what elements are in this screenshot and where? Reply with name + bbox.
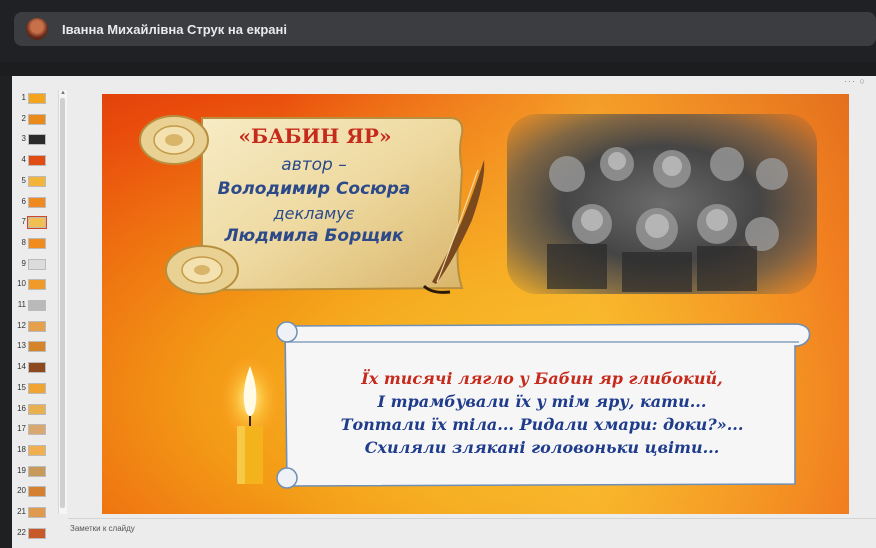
presenter-banner: Іванна Михайлівна Струк на екрані	[14, 12, 876, 46]
slide-preview	[28, 155, 46, 167]
slide-thumbnail-22[interactable]: 22	[12, 525, 56, 543]
slide-thumbnail-21[interactable]: 21	[12, 504, 56, 522]
slide-thumbnail-15[interactable]: 15	[12, 380, 56, 398]
slide-thumbnail-17[interactable]: 17	[12, 421, 56, 439]
slide-thumbnail-7[interactable]: 7	[12, 214, 56, 232]
reader-name: Людмила Борщик	[224, 226, 404, 246]
slide-number: 13	[17, 341, 26, 351]
slide-thumbnail-18[interactable]: 18	[12, 442, 56, 460]
slide-preview	[28, 196, 46, 208]
slide-thumbnail-4[interactable]: 4	[12, 152, 56, 170]
slide-preview	[28, 300, 46, 311]
scrollbar-thumb[interactable]	[60, 98, 65, 508]
slide-number: 5	[21, 175, 26, 185]
historical-photo-children	[507, 114, 817, 294]
slide-preview	[28, 279, 46, 291]
slide-thumbnail-12[interactable]: 12	[12, 318, 56, 336]
scroll-up-icon[interactable]: ▲	[59, 90, 67, 96]
slide-number: 11	[17, 300, 26, 309]
slide-number: 18	[17, 444, 26, 454]
slide-thumbnail-11[interactable]: 11	[12, 297, 56, 315]
slide-thumbnail-9[interactable]: 9	[12, 256, 56, 274]
slide-number: 20	[17, 486, 26, 496]
slide-preview	[27, 216, 47, 230]
slide-thumbnail-6[interactable]: 6	[12, 194, 56, 212]
candle-image	[216, 354, 284, 484]
slide-number: 21	[17, 507, 26, 516]
slide-preview	[28, 486, 46, 498]
slide-thumbnail-10[interactable]: 10	[12, 276, 56, 294]
slide-thumbnail-3[interactable]: 3	[12, 131, 56, 149]
slide-number: 15	[17, 382, 26, 392]
author-name: Володимир Сосюра	[217, 179, 411, 199]
presenter-avatar[interactable]	[26, 18, 48, 40]
slide-thumbnail-5[interactable]: 5	[12, 173, 56, 191]
slide-preview	[28, 465, 46, 477]
slide-preview	[28, 507, 46, 518]
poem-line-3: Топтали їх тіла... Ридали хмари: доки?».…	[340, 415, 744, 434]
slide-number: 12	[17, 320, 26, 330]
slide-preview	[28, 444, 46, 456]
meeting-top-bar: Іванна Михайлівна Струк на екрані	[0, 0, 876, 62]
thumbnail-scrollbar[interactable]: ▲	[58, 90, 67, 514]
slide-number: 16	[17, 403, 26, 413]
poem-text: Їх тисячі лягло у Бабин яр глибокий, І т…	[287, 367, 797, 459]
slide-preview	[28, 362, 46, 374]
slide-number: 17	[17, 424, 26, 434]
presenter-status: Іванна Михайлівна Струк на екрані	[62, 21, 287, 37]
current-slide[interactable]: «БАБИН ЯР» автор – Володимир Сосюра декл…	[102, 94, 849, 514]
slide-preview	[28, 134, 46, 146]
slide-number: 22	[17, 527, 26, 537]
slide-thumbnail-16[interactable]: 16	[12, 401, 56, 419]
slide-thumbnail-8[interactable]: 8	[12, 235, 56, 253]
poem-line-4: Схиляли злякані головоньки цвіти...	[364, 438, 720, 457]
slide-preview	[28, 527, 46, 539]
slide-preview	[28, 403, 46, 415]
poem-line-1: Їх тисячі лягло у Бабин яр глибокий,	[361, 369, 723, 388]
slide-preview	[28, 424, 46, 436]
more-dots-icon[interactable]: ··· ○	[844, 76, 866, 86]
slide-number: 9	[21, 258, 26, 268]
slide-thumbnail-19[interactable]: 19	[12, 463, 56, 481]
slide-number: 2	[21, 113, 26, 123]
slide-title: «БАБИН ЯР»	[238, 124, 392, 148]
poem-line-2: І трамбували їх у тім яру, кати...	[377, 392, 707, 411]
slide-thumbnail-20[interactable]: 20	[12, 483, 56, 501]
slide-preview	[28, 113, 46, 125]
slide-thumbnail-13[interactable]: 13	[12, 338, 56, 356]
notes-divider	[68, 518, 876, 519]
slide-number: 14	[17, 362, 26, 372]
recite-label: декламує	[273, 204, 355, 223]
slide-preview	[28, 341, 46, 353]
slide-thumbnail-1[interactable]: 1	[12, 90, 56, 108]
slide-number: 10	[17, 279, 26, 289]
slide-preview	[28, 237, 46, 249]
slide-preview	[28, 320, 46, 332]
notes-placeholder[interactable]: Заметки к слайду	[70, 524, 135, 533]
slide-number: 3	[21, 134, 26, 144]
slide-number: 7	[21, 217, 26, 227]
author-label: автор –	[281, 155, 347, 175]
slide-number: 4	[21, 155, 26, 165]
powerpoint-window: ··· ○ 1 2 3 4 5 6 7 8 9 10 11 12 13 14 15 16 17 18 19 20 21 2…	[12, 76, 876, 548]
slide-number: 8	[21, 237, 26, 247]
slide-preview	[28, 175, 46, 187]
slide-preview	[28, 382, 46, 394]
slide-preview	[28, 93, 46, 104]
slide-thumbnail-2[interactable]: 2	[12, 111, 56, 129]
slide-thumbnail-14[interactable]: 14	[12, 359, 56, 377]
slide-preview	[28, 258, 46, 270]
slide-number: 1	[21, 93, 26, 102]
slide-number: 6	[21, 196, 26, 206]
slide-thumbnail-panel: 1 2 3 4 5 6 7 8 9 10 11 12 13 14 15 16 17 18 19 20 21 22	[12, 90, 56, 539]
top-band	[0, 62, 876, 76]
slide-number: 19	[17, 465, 26, 475]
